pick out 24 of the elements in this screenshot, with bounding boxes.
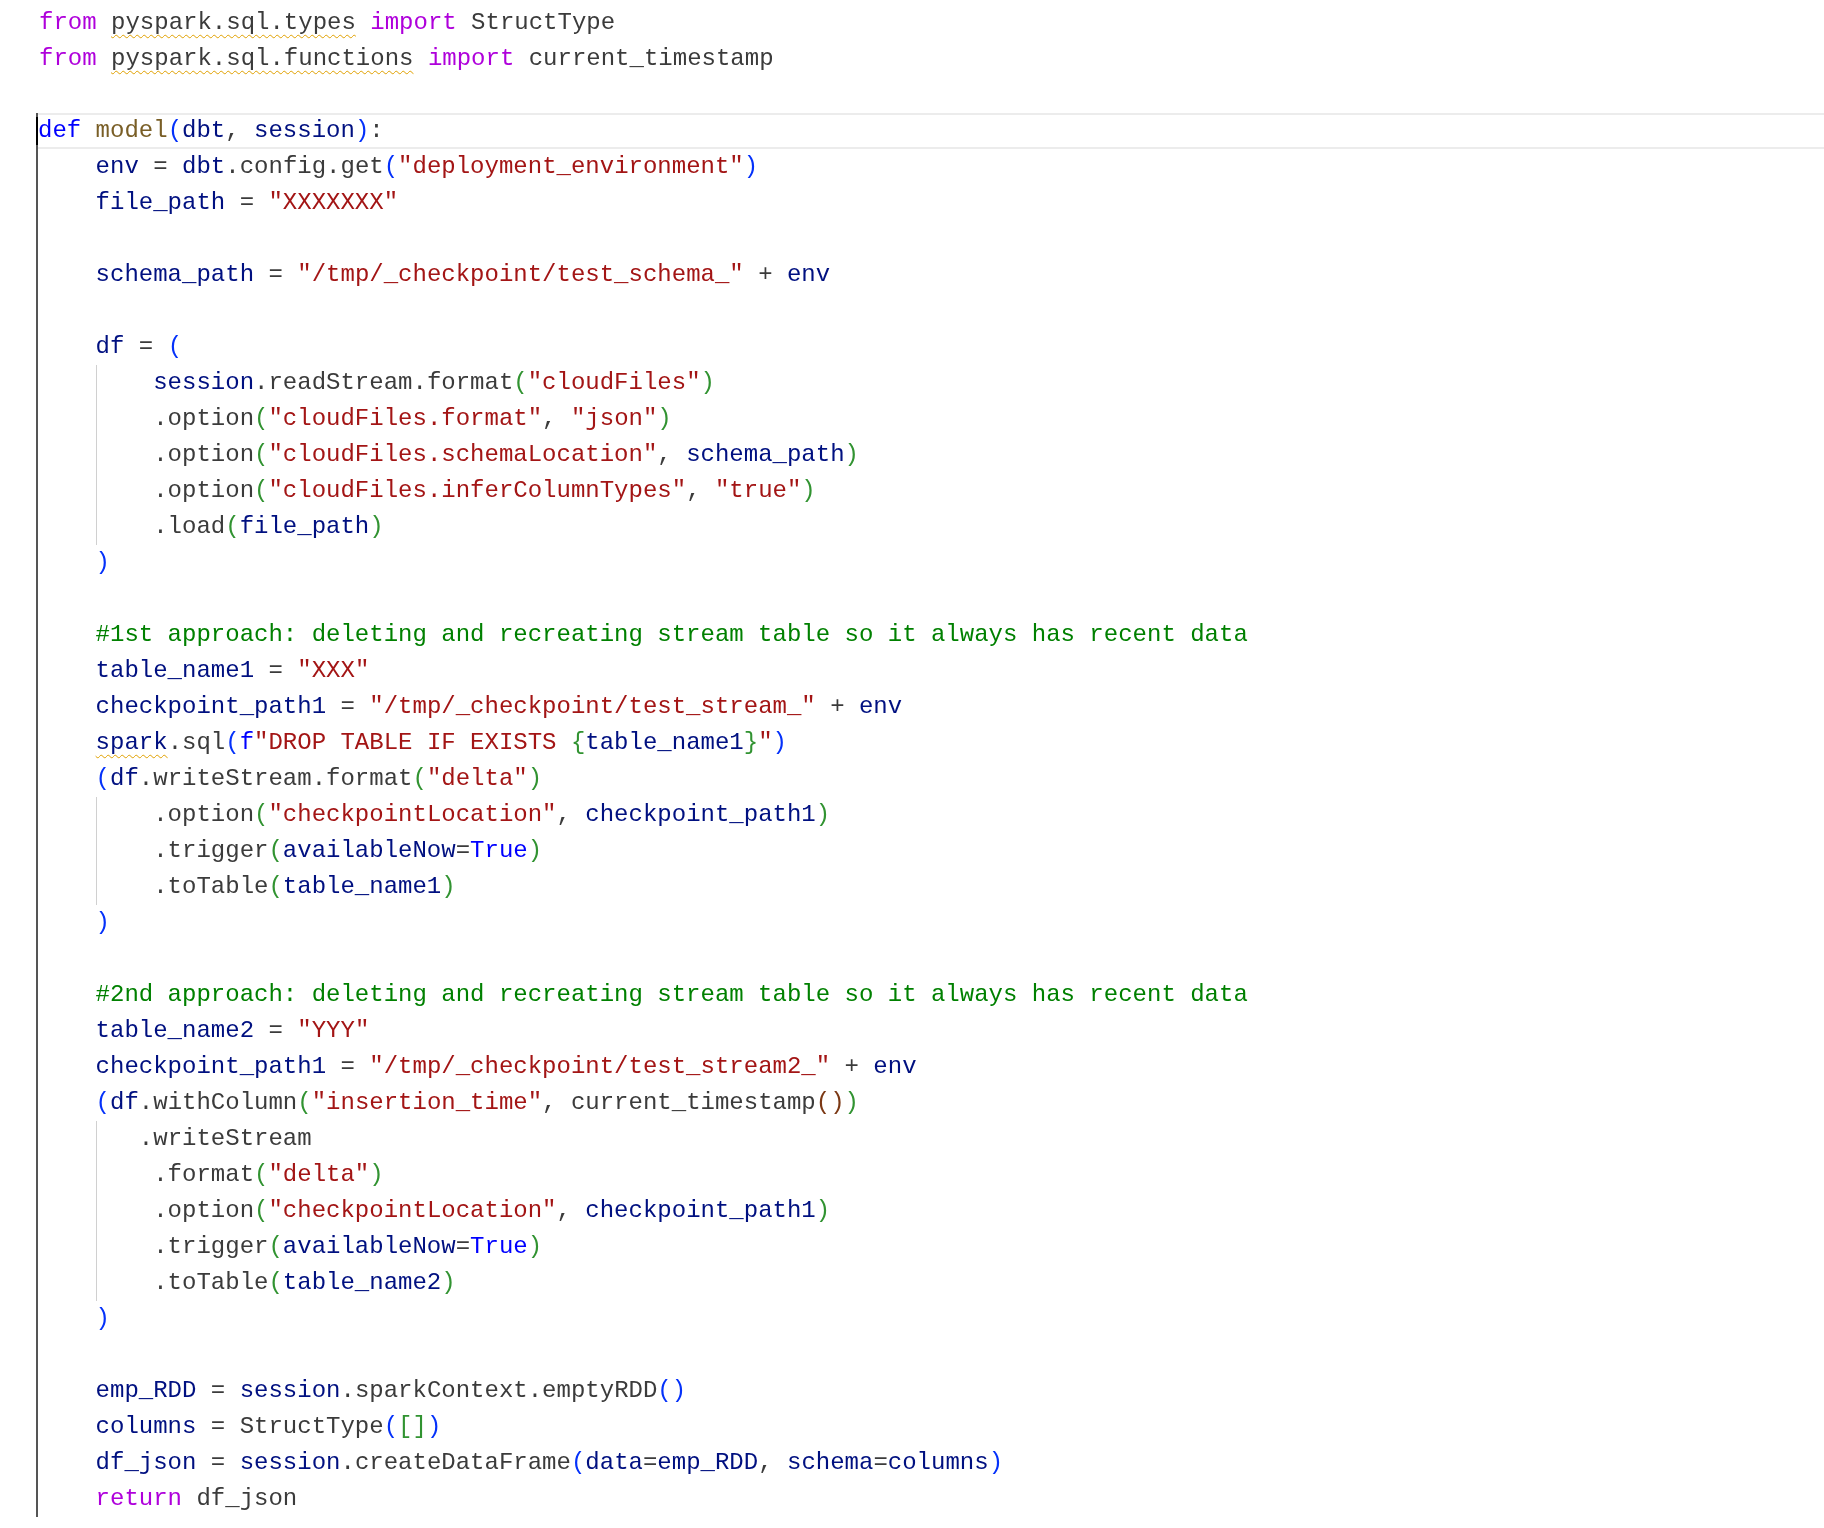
text-cursor bbox=[36, 116, 38, 145]
code-line: from pyspark.sql.types import StructType bbox=[39, 8, 617, 38]
code-line: checkpoint_path1 = "/tmp/_checkpoint/test_stream2_" + env bbox=[94, 1052, 918, 1082]
code-line: #2nd approach: deleting and recreating stream table so it always has recent data bbox=[94, 980, 1249, 1010]
code-line: file_path = "XXXXXXX" bbox=[94, 188, 400, 218]
code-line: return df_json bbox=[94, 1484, 299, 1514]
code-line: spark.sql(f"DROP TABLE IF EXISTS {table_name1}") bbox=[94, 728, 788, 758]
code-line: df_json = session.createDataFrame(data=emp_RDD, schema=columns) bbox=[94, 1448, 1005, 1478]
code-line: schema_path = "/tmp/_checkpoint/test_schema_" + env bbox=[94, 260, 832, 290]
code-line: ) bbox=[94, 1304, 111, 1334]
code-line: #1st approach: deleting and recreating stream table so it always has recent data bbox=[94, 620, 1249, 650]
code-line: table_name2 = "YYY" bbox=[94, 1016, 371, 1046]
code-line: ) bbox=[94, 908, 111, 938]
code-line: (df.withColumn("insertion_time", current_timestamp()) bbox=[94, 1088, 860, 1118]
code-line: checkpoint_path1 = "/tmp/_checkpoint/test_stream_" + env bbox=[94, 692, 904, 722]
code-line: from pyspark.sql.functions import current_timestamp bbox=[39, 44, 775, 74]
code-line: columns = StructType([]) bbox=[94, 1412, 443, 1442]
code-line: table_name1 = "XXX" bbox=[94, 656, 371, 686]
code-line: (df.writeStream.format("delta") bbox=[94, 764, 544, 794]
code-line: df = ( bbox=[94, 332, 184, 362]
code-line: emp_RDD = session.sparkContext.emptyRDD() bbox=[94, 1376, 688, 1406]
code-line: env = dbt.config.get("deployment_environment") bbox=[94, 152, 760, 182]
code-line: ) bbox=[94, 548, 111, 578]
code-line: def model(dbt, session): bbox=[38, 113, 1824, 149]
